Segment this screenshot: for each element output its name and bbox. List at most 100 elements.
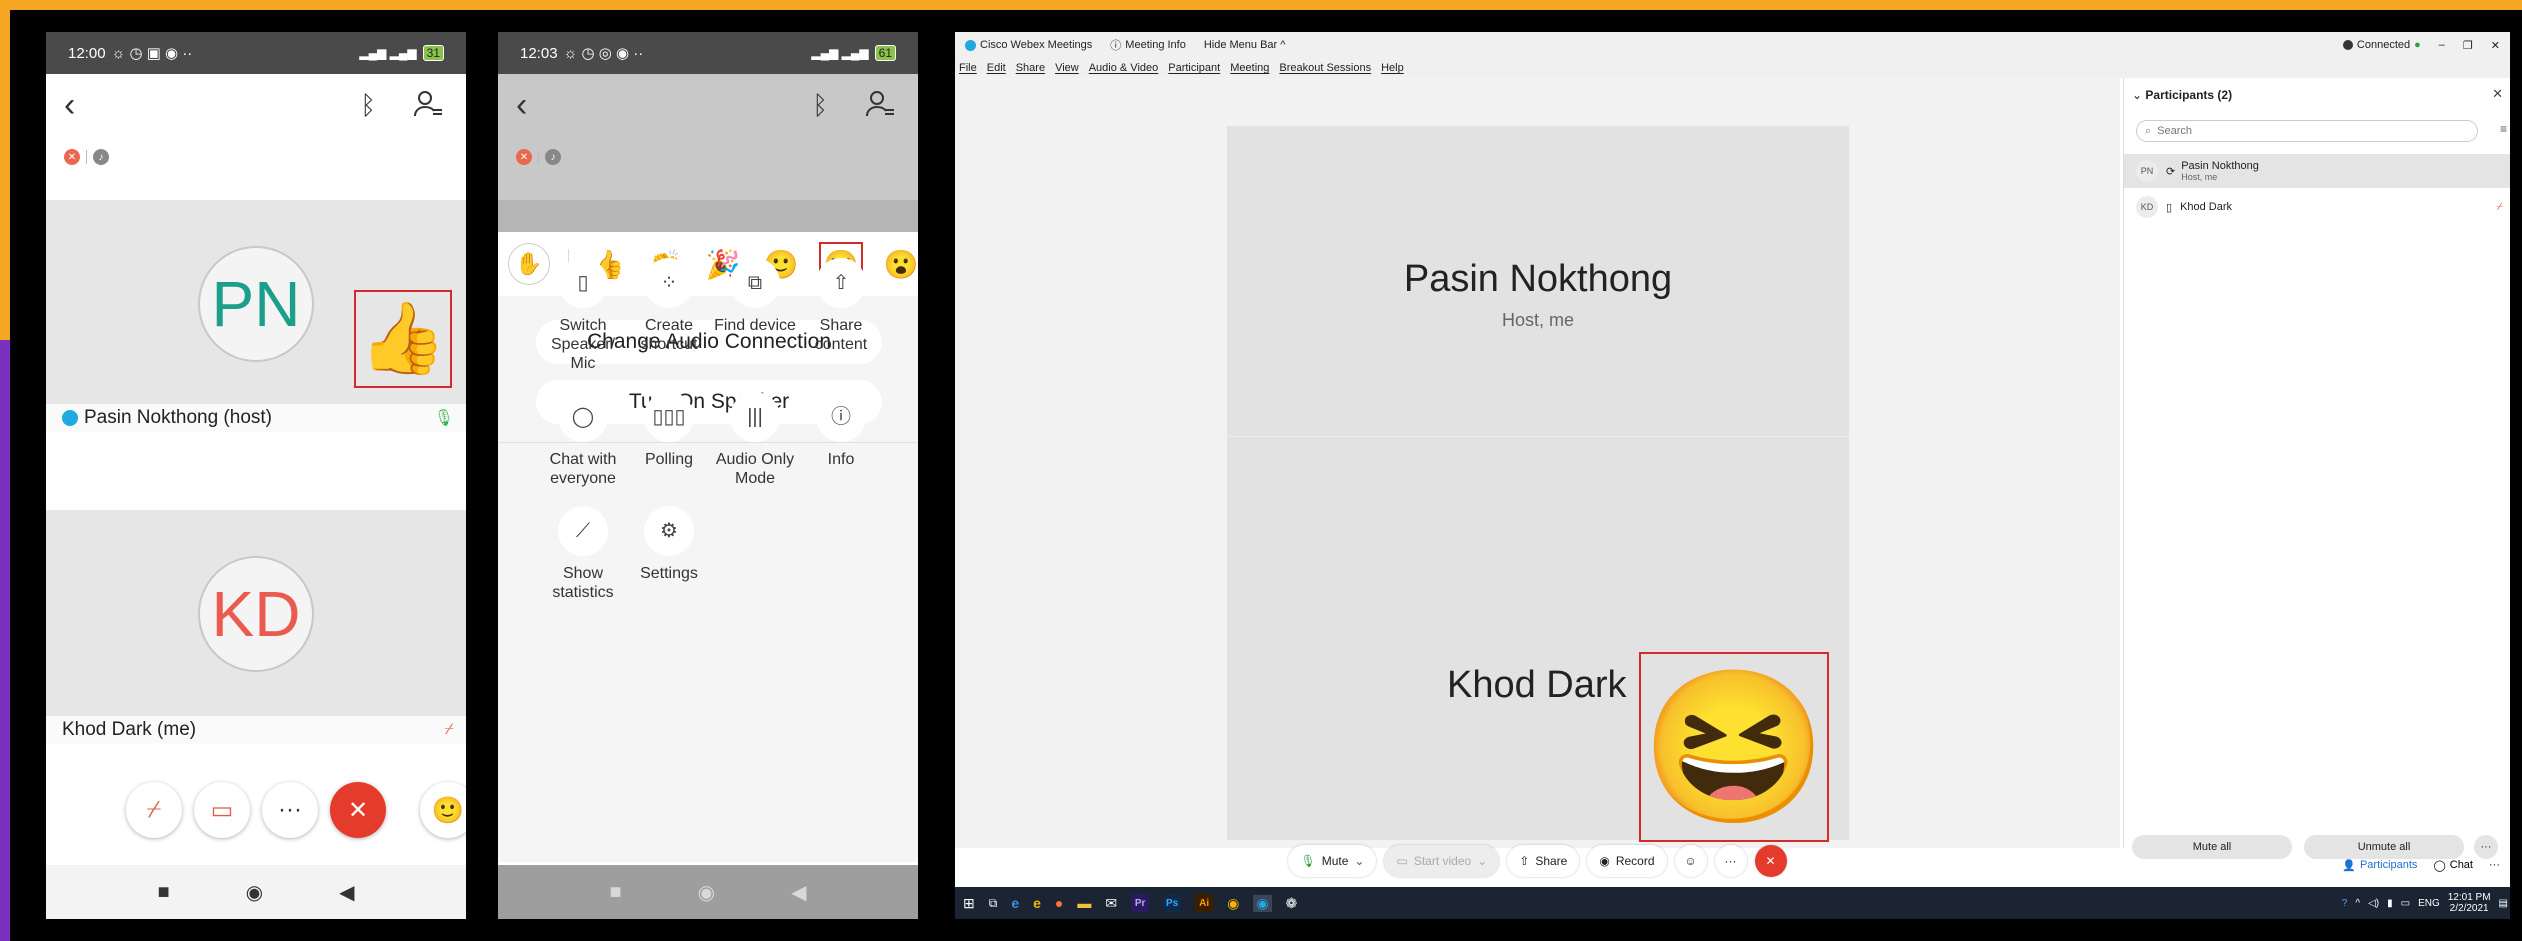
system-tray: ? ^ ◁) ▮ ▭ ENG 12:01 PM 2/2/2021 ▤ (2342, 887, 2508, 919)
meeting-info-button[interactable]: ⓘ Meeting Info (1110, 37, 1186, 53)
reaction-more[interactable]: 😮 (881, 244, 918, 284)
tray-chevron-icon[interactable]: ^ (2355, 898, 2360, 909)
audio-icon: ♪ (93, 149, 109, 165)
language-indicator[interactable]: ENG (2418, 898, 2440, 909)
network-icon[interactable]: ▭ (2401, 898, 2410, 909)
tab-chat[interactable]: ◯ Chat (2433, 859, 2473, 872)
start-video-button[interactable]: ▭ Start video ⌄ (1384, 845, 1500, 877)
tabs-more-icon[interactable]: ··· (2489, 859, 2500, 871)
hide-menu-bar-button[interactable]: Hide Menu Bar ^ (1204, 39, 1286, 51)
menu-file[interactable]: File (959, 62, 977, 74)
chat-button[interactable]: ◯ Chat with everyone (540, 392, 626, 488)
back-icon[interactable]: ◀ (339, 880, 354, 905)
speaker-icon[interactable]: ◁) (2368, 898, 2379, 909)
bluetooth-icon[interactable]: ᛒ (360, 90, 376, 121)
back-arrow-icon[interactable]: ‹ (64, 88, 75, 122)
audio-icon: ||| (730, 392, 780, 442)
webex-taskbar-icon[interactable]: ◉ (1253, 894, 1272, 912)
home-icon[interactable]: ◉ (698, 880, 715, 905)
video-button[interactable]: ▭ (194, 782, 250, 838)
settings-button[interactable]: ⚙ Settings (626, 506, 712, 583)
chevron-down-icon[interactable]: ⌄ (2132, 88, 2142, 102)
record-button[interactable]: ◉ Record (1587, 845, 1667, 877)
help-icon[interactable]: ? (2342, 898, 2348, 909)
participant-name: Khod Dark (me) (62, 719, 197, 740)
audio-icon: ♪ (545, 149, 561, 165)
more-options-button[interactable]: ··· (1714, 845, 1747, 877)
mail-icon[interactable]: ✉ (1105, 895, 1117, 912)
recents-icon[interactable]: ■ (610, 881, 622, 904)
app-icon[interactable]: ❁ (1286, 895, 1298, 912)
participant-row-host[interactable]: PN ⟳ Pasin Nokthong Host, me (2124, 154, 2510, 188)
menu-audio-video[interactable]: Audio & Video (1089, 62, 1159, 74)
sort-icon[interactable]: ≡ (2500, 122, 2507, 136)
menu-participant[interactable]: Participant (1168, 62, 1220, 74)
share-button[interactable]: ⇧ Share (1507, 845, 1580, 877)
reactions-button[interactable]: ☺ (1674, 845, 1707, 877)
file-explorer-icon[interactable]: ▬ (1077, 895, 1091, 911)
photoshop-icon[interactable]: Ps (1163, 894, 1182, 912)
end-call-button[interactable]: ✕ (330, 782, 386, 838)
tile-label-me: Khod Dark (me) ⌿ (46, 716, 466, 744)
recents-icon[interactable]: ■ (158, 881, 170, 904)
mic-icon: ▮ (2387, 897, 2393, 909)
participants-icon[interactable] (864, 88, 896, 125)
webex-logo-icon (62, 410, 78, 426)
tab-participants[interactable]: 👤 Participants (2342, 859, 2417, 872)
video-off-icon: ▭ (210, 796, 234, 824)
share-content-button[interactable]: ⇧ Share content (798, 258, 884, 354)
menu-share[interactable]: Share (1016, 62, 1045, 74)
firefox-icon[interactable]: ● (1055, 895, 1063, 911)
menu-meeting[interactable]: Meeting (1230, 62, 1269, 74)
back-arrow-icon[interactable]: ‹ (516, 88, 527, 122)
windows-start-icon[interactable]: ⊞ (963, 895, 975, 912)
reactions-button[interactable]: 🙂 (420, 782, 466, 838)
chat-icon: ◯ (2433, 859, 2446, 872)
gear-icon: ⚙ (644, 506, 694, 556)
participant-role: Host, me (2181, 172, 2218, 182)
menu-edit[interactable]: Edit (987, 62, 1006, 74)
avatar: PN (198, 246, 314, 362)
notifications-icon[interactable]: ▤ (2499, 898, 2508, 909)
participant-name: Khod Dark (2180, 201, 2233, 213)
video-tile-me: KD (46, 510, 466, 716)
mute-button[interactable]: ⌿ (126, 782, 182, 838)
ie-icon[interactable]: e (1033, 895, 1041, 911)
minimize-icon[interactable]: – (2439, 39, 2445, 51)
premiere-icon[interactable]: Pr (1131, 894, 1150, 912)
status-icons: ☼ ◷ ▣ ◉ ·· (111, 45, 193, 62)
reaction-highlight: 👍 (354, 290, 452, 388)
illustrator-icon[interactable]: Ai (1195, 894, 1214, 912)
participants-icon[interactable] (412, 88, 444, 125)
task-view-icon[interactable]: ⧉ (989, 896, 998, 911)
mute-button[interactable]: 🎙 Mute ⌄ (1288, 845, 1377, 877)
more-button[interactable]: ··· (262, 782, 318, 838)
create-shortcut-button[interactable]: ⁘ Create shortcut (626, 258, 712, 354)
chrome-icon[interactable]: ◉ (1227, 895, 1239, 912)
polling-button[interactable]: ▯▯▯ Polling (626, 392, 712, 469)
show-statistics-button[interactable]: ⟋ Show statistics (540, 506, 626, 602)
audio-only-button[interactable]: ||| Audio Only Mode (712, 392, 798, 488)
back-icon[interactable]: ◀ (791, 880, 806, 905)
signal-icon: ▂▄▆ ▂▄▆ (359, 46, 417, 60)
participant-row-khod[interactable]: KD ▯ Khod Dark ⌿ (2124, 190, 2510, 224)
find-device-button[interactable]: ⧉ Find device (712, 258, 798, 335)
connected-dot: ● (2414, 39, 2421, 51)
bluetooth-icon[interactable]: ᛒ (812, 90, 828, 121)
leave-meeting-button[interactable]: ✕ (1754, 845, 1787, 877)
home-icon[interactable]: ◉ (246, 880, 263, 905)
close-icon[interactable]: ✕ (2491, 39, 2500, 52)
status-icons: ☼ ◷ ◎ ◉ ·· (563, 45, 644, 62)
clock[interactable]: 12:01 PM 2/2/2021 (2448, 892, 2491, 914)
info-button[interactable]: ⓘ Info (798, 392, 884, 469)
participant-search-input[interactable]: ⌕ Search (2136, 120, 2478, 142)
switch-speaker-button[interactable]: ▯ Switch Speaker/ Mic (540, 258, 626, 373)
menu-breakout[interactable]: Breakout Sessions (1279, 62, 1371, 74)
mini-status-row: ✕ ♪ (46, 136, 466, 178)
maximize-icon[interactable]: ❐ (2463, 39, 2473, 52)
participant-name: Pasin Nokthong (host) (84, 407, 272, 428)
menu-help[interactable]: Help (1381, 62, 1404, 74)
edge-icon[interactable]: e (1011, 895, 1019, 911)
close-panel-icon[interactable]: ✕ (2492, 86, 2503, 102)
menu-view[interactable]: View (1055, 62, 1079, 74)
